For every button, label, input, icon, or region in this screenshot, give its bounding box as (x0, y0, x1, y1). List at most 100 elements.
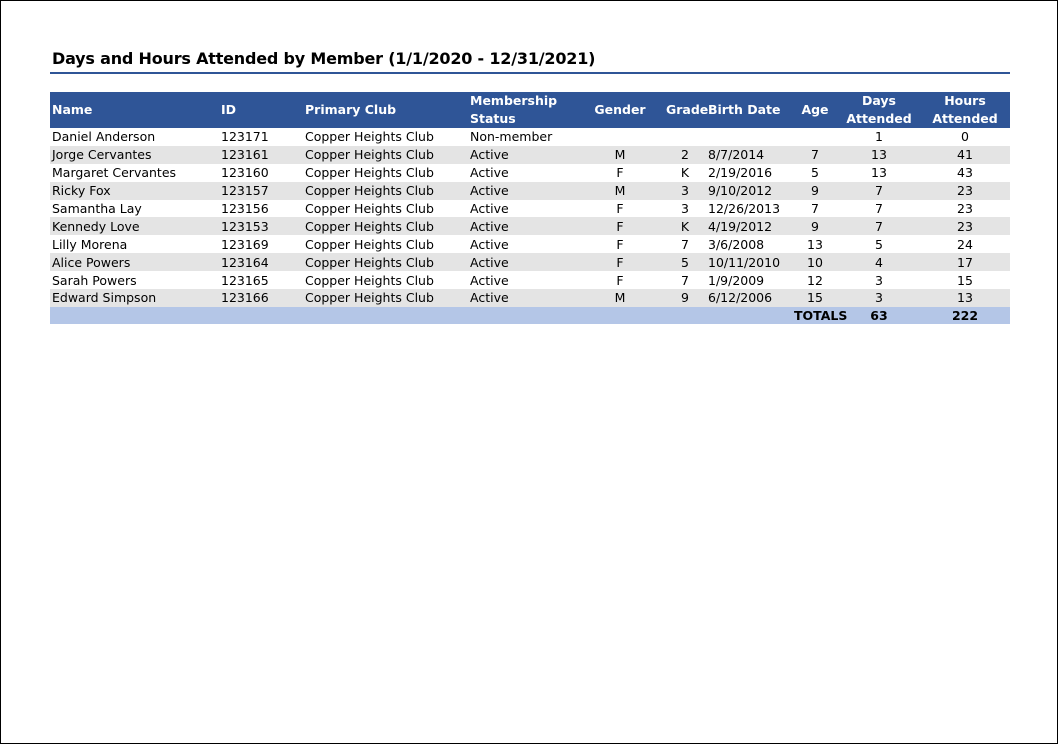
cell-gender: F (616, 165, 624, 181)
cell-id: 123166 (219, 289, 303, 307)
cell-membership-status: Active (468, 217, 576, 236)
cell-days-attended: 4 (838, 253, 920, 272)
cell-primary-club: Copper Heights Club (303, 181, 468, 200)
cell-birth-date (706, 128, 792, 146)
column-header-age[interactable]: Age (792, 92, 838, 128)
cell-hours-attended: 13 (920, 289, 1010, 307)
cell-age: 13 (807, 236, 823, 252)
cell-name: Samantha Lay (52, 201, 142, 216)
cell-name: Lilly Morena (52, 236, 128, 252)
cell-grade: 7 (681, 236, 689, 252)
table-row: Margaret Cervantes 123160 Copper Heights… (50, 164, 1010, 182)
cell-age: 7 (792, 145, 838, 164)
cell-membership-status: Active (468, 181, 576, 200)
cell-days-attended: 7 (838, 181, 920, 200)
cell-primary-club: Copper Heights Club (305, 129, 434, 145)
cell-days-attended: 13 (838, 145, 920, 164)
cell-hours-attended: 23 (957, 201, 973, 216)
cell-age (792, 128, 838, 146)
cell-id: 123169 (221, 236, 269, 252)
cell-membership-status: Active (470, 201, 509, 216)
cell-gender: F (576, 217, 664, 236)
cell-id: 123156 (221, 201, 269, 216)
cell-gender (576, 128, 664, 146)
membership-status-header-line-1: Membership (470, 93, 558, 108)
cell-days-attended: 1 (875, 129, 883, 145)
cell-hours-attended: 41 (920, 145, 1010, 164)
table-row: Samantha Lay 123156 Copper Heights Club … (50, 200, 1010, 218)
totals-label-text: TOTALS (794, 307, 848, 323)
cell-days-attended: 7 (875, 201, 883, 216)
cell-birth-date: 4/19/2012 (706, 217, 792, 236)
cell-age: 15 (792, 289, 838, 307)
cell-name: Kennedy Love (50, 217, 219, 236)
table-row: Alice Powers 123164 Copper Heights Club … (50, 253, 1010, 272)
cell-grade: K (664, 217, 706, 236)
cell-birth-date: 9/10/2012 (706, 181, 792, 200)
cell-days-attended: 3 (838, 289, 920, 307)
column-header-name[interactable]: Name (50, 92, 219, 128)
cell-grade: 2 (664, 145, 706, 164)
totals-spacer (50, 306, 792, 324)
column-header-gender[interactable]: Gender (576, 92, 664, 128)
cell-hours-attended: 23 (920, 181, 1010, 200)
cell-membership-status: Active (470, 165, 509, 181)
column-header-primary-club[interactable]: Primary Club (303, 92, 468, 128)
cell-gender: F (576, 253, 664, 272)
cell-name: Edward Simpson (50, 289, 219, 307)
cell-membership-status: Active (468, 253, 576, 272)
table-row: Lilly Morena 123169 Copper Heights Club … (50, 235, 1010, 253)
cell-age: 10 (792, 253, 838, 272)
cell-hours-attended: 43 (957, 165, 973, 181)
column-header-membership-status[interactable]: Membership Status (468, 92, 576, 128)
cell-hours-attended: 0 (961, 129, 969, 145)
cell-primary-club: Copper Heights Club (305, 236, 434, 252)
table-row: Edward Simpson 123166 Copper Heights Clu… (50, 289, 1010, 307)
attendance-table: Name ID Primary Club Membership Status G… (50, 92, 1010, 324)
cell-grade: 9 (664, 289, 706, 307)
cell-birth-date: 2/19/2016 (708, 165, 773, 181)
cell-id: 123164 (219, 253, 303, 272)
days-attended-header-line-1: Days (861, 93, 896, 108)
report-page: Days and Hours Attended by Member (1/1/2… (0, 0, 1058, 744)
cell-gender: F (616, 201, 624, 216)
membership-status-header-line-2: Status (470, 111, 516, 126)
cell-birth-date: 6/12/2006 (706, 289, 792, 307)
totals-label: TOTALS (792, 306, 847, 324)
cell-name: Sarah Powers (52, 272, 137, 288)
cell-primary-club: Copper Heights Club (303, 253, 468, 272)
column-header-days-attended[interactable]: Days Attended (838, 92, 920, 128)
cell-birth-date: 1/9/2009 (708, 272, 765, 288)
column-header-birth-date[interactable]: Birth Date (706, 92, 792, 128)
hours-attended-header-line-1: Hours (944, 93, 986, 108)
cell-birth-date: 10/11/2010 (706, 253, 792, 272)
table-row: Jorge Cervantes 123161 Copper Heights Cl… (50, 145, 1010, 164)
column-header-hours-attended[interactable]: Hours Attended (920, 92, 1010, 128)
cell-membership-status: Active (468, 145, 576, 164)
cell-name: Margaret Cervantes (52, 165, 177, 181)
totals-row: TOTALS 63 222 (50, 306, 1010, 324)
cell-gender: M (576, 181, 664, 200)
cell-birth-date: 12/26/2013 (708, 201, 781, 216)
cell-age: 5 (811, 165, 819, 181)
cell-primary-club: Copper Heights Club (303, 145, 468, 164)
cell-age: 9 (792, 217, 838, 236)
cell-hours-attended: 23 (920, 217, 1010, 236)
cell-hours-attended: 15 (957, 272, 973, 288)
cell-gender: M (576, 145, 664, 164)
column-header-grade[interactable]: Grade (664, 92, 708, 128)
report-title: Days and Hours Attended by Member (1/1/2… (52, 49, 596, 68)
column-header-id[interactable]: ID (219, 92, 303, 128)
cell-grade: 3 (681, 201, 689, 216)
cell-primary-club: Copper Heights Club (303, 289, 468, 307)
cell-primary-club: Copper Heights Club (305, 201, 434, 216)
cell-membership-status: Active (468, 289, 576, 307)
table-row: Ricky Fox 123157 Copper Heights Club Act… (50, 181, 1010, 200)
title-underline (50, 72, 1010, 74)
cell-membership-status: Active (470, 236, 509, 252)
cell-membership-status: Non-member (470, 129, 553, 145)
cell-days-attended: 5 (875, 236, 883, 252)
total-hours-attended: 222 (920, 306, 1010, 324)
days-attended-header-line-2: Attended (846, 111, 912, 126)
cell-id: 123160 (221, 165, 269, 181)
